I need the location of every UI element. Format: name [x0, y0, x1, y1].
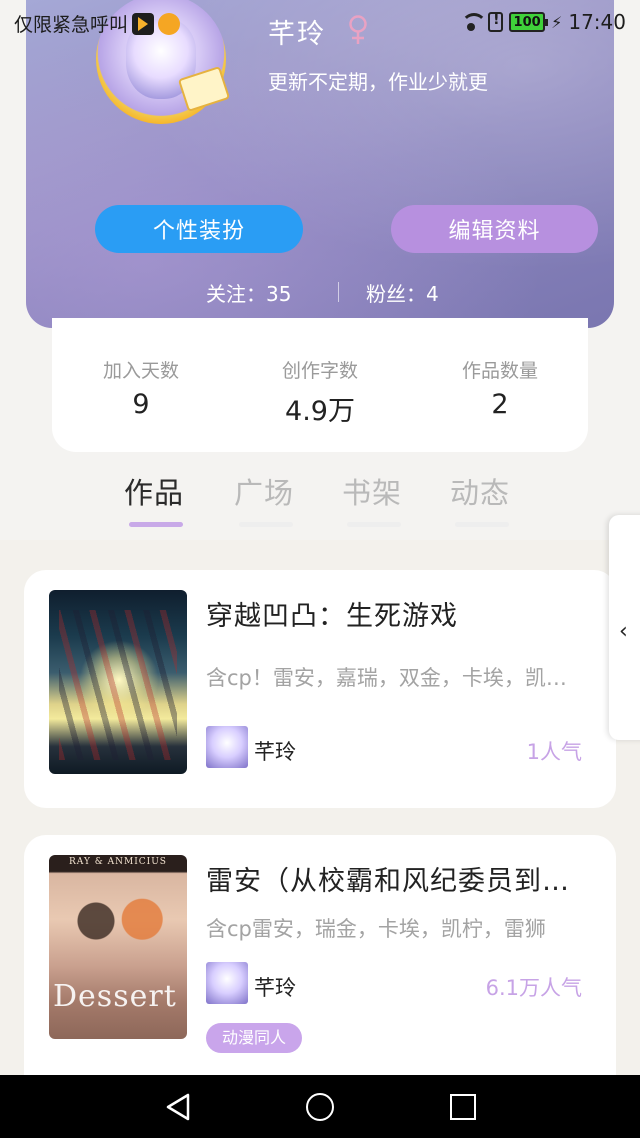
work-description: 含cp！雷安，嘉瑞，双金，卡埃，凯柠， [206, 666, 584, 690]
stat-value: 9 [132, 389, 150, 420]
following-count[interactable]: 关注：35 [206, 278, 291, 307]
tab-square[interactable]: 广场 [234, 470, 294, 512]
tab-works[interactable]: 作品 [124, 470, 184, 512]
side-drawer-handle[interactable]: ‹ [609, 515, 640, 740]
stat-value: 2 [491, 389, 509, 420]
author-avatar [206, 962, 248, 1004]
work-cover-image [49, 590, 187, 774]
work-title: 穿越凹凸：生死游戏 [206, 601, 458, 632]
edit-profile-button[interactable]: 编辑资料 [391, 205, 598, 253]
tab-activity[interactable]: 动态 [450, 470, 510, 512]
tab-bookshelf[interactable]: 书架 [342, 470, 402, 512]
home-icon[interactable] [306, 1093, 334, 1121]
author-name: 芊玲 [254, 976, 296, 1000]
stat-join-days: 加入天数 9 [71, 356, 211, 420]
stats-card: 加入天数 9 创作字数 4.9万 作品数量 2 [52, 318, 588, 452]
stat-work-count: 作品数量 2 [430, 356, 570, 420]
follow-stats: 关注：35 粉丝：4 [26, 278, 614, 308]
status-left: 仅限紧急呼叫 [14, 10, 181, 37]
work-card[interactable]: RAY & ANMICIUS Dessert 雷安（从校霸和风纪委员到恋人） 含… [24, 835, 616, 1075]
divider [338, 282, 339, 302]
app-notification-icon-2 [158, 12, 181, 35]
tab-indicator [347, 522, 401, 527]
sim-alert-icon [488, 12, 504, 32]
popularity-count: 1人气 [526, 740, 582, 764]
status-right: 100 ⚡ 17:40 [460, 10, 626, 34]
stat-label: 加入天数 [102, 360, 179, 382]
charging-icon: ⚡ [551, 12, 563, 32]
clock: 17:40 [568, 10, 626, 34]
fans-count[interactable]: 粉丝：4 [366, 278, 439, 307]
chevron-left-icon: ‹ [619, 619, 628, 644]
author-name: 芊玲 [254, 740, 296, 764]
work-title: 雷安（从校霸和风纪委员到恋人） [206, 866, 590, 897]
system-nav-bar [0, 1075, 640, 1138]
category-tag: 动漫同人 [206, 1023, 303, 1053]
profile-tabs: 作品 广场 书架 动态 [0, 470, 640, 540]
back-icon[interactable] [164, 1092, 192, 1122]
stat-value: 4.9万 [285, 396, 355, 427]
stat-word-count: 创作字数 4.9万 [250, 356, 390, 428]
tab-indicator [239, 522, 293, 527]
profile-bio: 更新不定期，作业少就更 [268, 70, 488, 94]
app-notification-icon [132, 12, 155, 35]
wifi-icon [460, 13, 488, 31]
carrier-text: 仅限紧急呼叫 [14, 14, 129, 36]
work-cover-image: RAY & ANMICIUS Dessert [49, 855, 187, 1039]
work-description: 含cp雷安，瑞金，卡埃，凯柠，雷狮 [206, 917, 546, 941]
stat-label: 作品数量 [461, 360, 538, 382]
dress-up-button[interactable]: 个性装扮 [95, 205, 303, 253]
work-card[interactable]: 穿越凹凸：生死游戏 含cp！雷安，嘉瑞，双金，卡埃，凯柠， 芊玲 1人气 [24, 570, 616, 808]
recent-apps-icon[interactable] [450, 1094, 476, 1120]
stat-label: 创作字数 [281, 360, 358, 382]
popularity-count: 6.1万人气 [485, 976, 582, 1000]
cover-banner-text: RAY & ANMICIUS [69, 857, 167, 867]
tab-indicator-active [129, 522, 183, 527]
author-avatar [206, 726, 248, 768]
cover-title-text: Dessert [53, 979, 177, 1014]
status-bar: 仅限紧急呼叫 100 ⚡ 17:40 [0, 0, 640, 44]
battery-icon: 100 [509, 12, 549, 32]
profile-header: 芊玲 更新不定期，作业少就更 个性装扮 编辑资料 关注：35 粉丝：4 [26, 0, 614, 328]
tab-indicator [455, 522, 509, 527]
